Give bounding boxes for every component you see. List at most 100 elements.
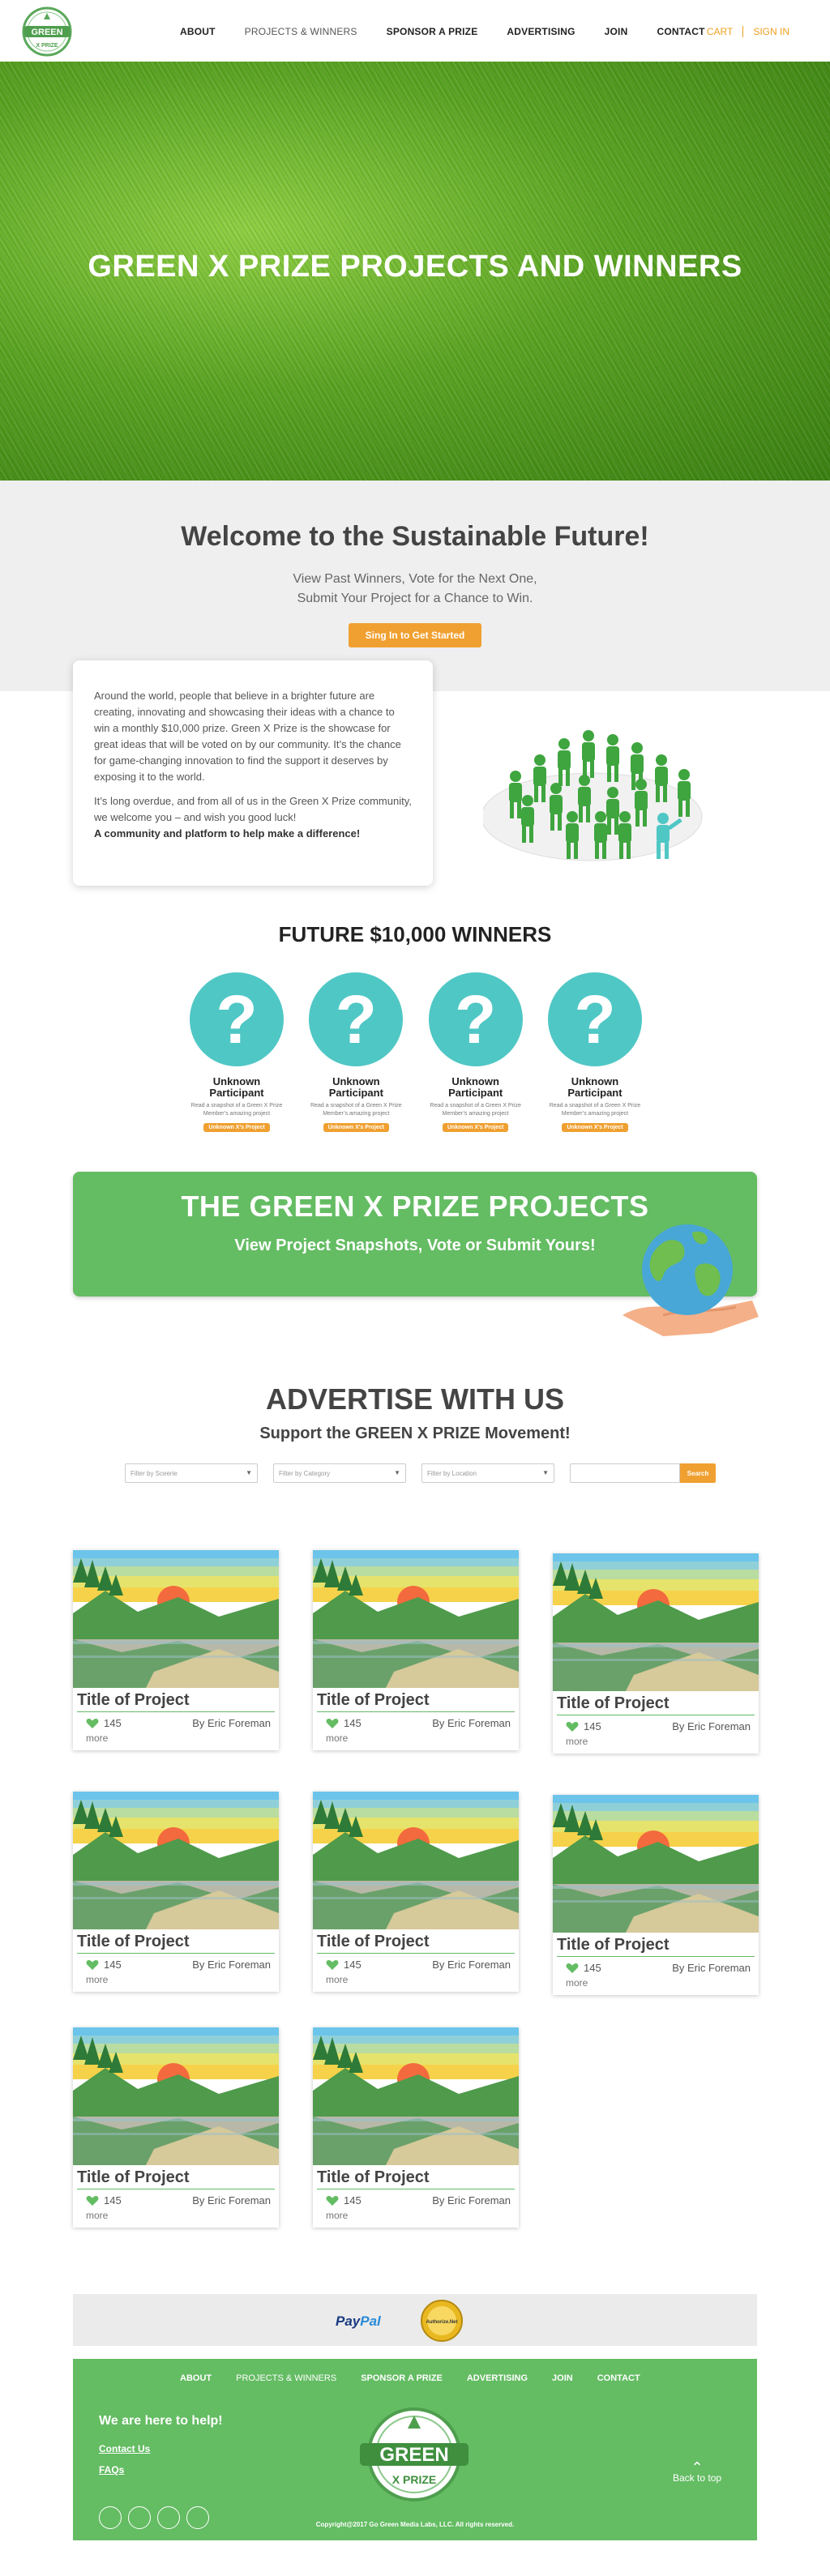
site-header: GREEN X PRIZE ABOUT PROJECTS & WINNERS S… [0,0,830,62]
project-card[interactable]: Title of Project 145 By Eric Foreman mor… [553,1795,759,1995]
project-thumbnail-image [553,1795,759,1933]
project-likes[interactable]: 145 [326,1959,362,1971]
more-link[interactable]: more [553,1732,759,1754]
like-count: 145 [344,2194,362,2206]
project-author: By Eric Foreman [432,2194,511,2206]
faqs-link[interactable]: FAQs [99,2464,124,2476]
project-likes[interactable]: 145 [86,1717,122,1729]
project-title[interactable]: Title of Project [77,1688,275,1712]
back-to-top-link[interactable]: ⌃ Back to top [673,2459,721,2484]
project-meta: 145 By Eric Foreman [313,2189,519,2206]
welcome-subtitle: View Past Winners, Vote for the Next One… [0,570,830,609]
filter-location-label: Filter by Location [427,1470,477,1477]
like-count: 145 [104,2194,122,2206]
project-card[interactable]: Title of Project 145 By Eric Foreman mor… [73,1792,279,1992]
winner-card: ? Unknown Participant Read a snapshot of … [189,972,285,1133]
like-count: 145 [104,1717,122,1729]
more-link[interactable]: more [553,1974,759,1995]
more-link[interactable]: more [313,2206,519,2228]
signin-link[interactable]: SIGN IN [753,26,789,37]
project-thumbnail-image [73,1550,279,1688]
question-mark-icon: ? [428,972,523,1066]
project-author: By Eric Foreman [672,1720,751,1732]
project-likes[interactable]: 145 [326,2194,362,2206]
heart-icon [326,1959,339,1970]
project-author: By Eric Foreman [192,1959,271,1971]
winner-description-line-2: Member’s amazing project [561,1111,629,1117]
winner-project-button[interactable]: Unknown X's Project [323,1123,389,1132]
project-card[interactable]: Title of Project 145 By Eric Foreman mor… [73,2027,279,2228]
winner-name-line-1: Unknown [571,1075,619,1087]
contact-us-link[interactable]: Contact Us [99,2443,150,2454]
project-likes[interactable]: 145 [566,1962,601,1974]
footer-nav-advertising[interactable]: ADVERTISING [467,2373,528,2383]
copyright: Copyright@2017 Go Green Media Labs, LLC.… [315,2521,515,2528]
future-winners-list: ? Unknown Participant Read a snapshot of … [189,972,643,1133]
project-likes[interactable]: 145 [566,1720,601,1732]
like-count: 145 [344,1959,362,1971]
winner-description-line-2: Member’s amazing project [442,1111,509,1117]
filter-category-select[interactable]: Filter by Category ▼ [273,1463,406,1483]
project-card[interactable]: Title of Project 145 By Eric Foreman mor… [313,1792,519,1992]
like-count: 145 [584,1962,601,1974]
footer-nav-projects-winners[interactable]: PROJECTS & WINNERS [236,2373,336,2383]
nav-contact[interactable]: CONTACT [657,26,704,37]
project-card-body: Title of Project [553,1933,759,1957]
winner-description: Read a snapshot of a Green X Prize Member… [547,1102,643,1118]
filter-scene-select[interactable]: Filter by Sceerie ▼ [125,1463,258,1483]
intro-paragraph-2: It’s long overdue, and from all of us in… [94,795,412,823]
more-link[interactable]: more [313,1971,519,1992]
project-title[interactable]: Title of Project [317,1929,515,1954]
project-title[interactable]: Title of Project [317,2165,515,2189]
paypal-logo-pay: Pay [336,2313,361,2329]
search-button[interactable]: Search [680,1463,716,1483]
project-likes[interactable]: 145 [326,1717,362,1729]
project-card-body: Title of Project [73,2165,279,2189]
project-thumbnail-image [313,1550,519,1688]
welcome-line-1: View Past Winners, Vote for the Next One… [293,572,537,586]
winner-name-line-2: Participant [567,1087,622,1099]
chevron-up-icon: ⌃ [691,2459,704,2476]
footer-nav-sponsor-a-prize[interactable]: SPONSOR A PRIZE [361,2373,443,2383]
winner-project-button[interactable]: Unknown X's Project [442,1123,509,1132]
future-winners-title: FUTURE $10,000 WINNERS [278,922,552,946]
cart-link[interactable]: CART [707,26,733,37]
project-title[interactable]: Title of Project [557,1933,755,1957]
question-mark-icon: ? [547,972,642,1066]
nav-sponsor-a-prize[interactable]: SPONSOR A PRIZE [387,26,478,37]
more-link[interactable]: more [313,1729,519,1750]
more-link[interactable]: more [73,1729,279,1750]
footer-nav-about[interactable]: ABOUT [180,2373,212,2383]
project-card[interactable]: Title of Project 145 By Eric Foreman mor… [313,1550,519,1750]
winner-project-button[interactable]: Unknown X's Project [562,1123,628,1132]
more-link[interactable]: more [73,2206,279,2228]
green-x-prize-logo[interactable]: GREEN X PRIZE [19,6,75,57]
footer-nav-join[interactable]: JOIN [552,2373,573,2383]
main-nav: ABOUT PROJECTS & WINNERS SPONSOR A PRIZE… [180,26,734,37]
filter-location-select[interactable]: Filter by Location ▼ [421,1463,554,1483]
project-card-body: Title of Project [313,2165,519,2189]
project-likes[interactable]: 145 [86,1959,122,1971]
project-title[interactable]: Title of Project [77,2165,275,2189]
project-card[interactable]: Title of Project 145 By Eric Foreman mor… [313,2027,519,2228]
winner-card: ? Unknown Participant Read a snapshot of … [428,972,524,1133]
project-title[interactable]: Title of Project [77,1929,275,1954]
welcome-title: Welcome to the Sustainable Future! [181,521,649,552]
project-card[interactable]: Title of Project 145 By Eric Foreman mor… [553,1553,759,1754]
svg-text:GREEN: GREEN [379,2444,448,2466]
paypal-logo-pal: Pal [360,2313,381,2329]
more-link[interactable]: more [73,1971,279,1992]
search-input[interactable] [570,1463,680,1483]
project-card[interactable]: Title of Project 145 By Eric Foreman mor… [73,1550,279,1750]
footer-nav-contact[interactable]: CONTACT [597,2373,640,2383]
get-started-button[interactable]: Sing In to Get Started [349,623,481,647]
nav-advertising[interactable]: ADVERTISING [507,26,575,37]
project-title[interactable]: Title of Project [317,1688,515,1712]
nav-projects-winners[interactable]: PROJECTS & WINNERS [245,26,357,37]
project-title[interactable]: Title of Project [557,1691,755,1715]
heart-icon [326,2195,339,2206]
winner-project-button[interactable]: Unknown X's Project [203,1123,270,1132]
project-likes[interactable]: 145 [86,2194,122,2206]
nav-about[interactable]: ABOUT [180,26,216,37]
nav-join[interactable]: JOIN [605,26,628,37]
